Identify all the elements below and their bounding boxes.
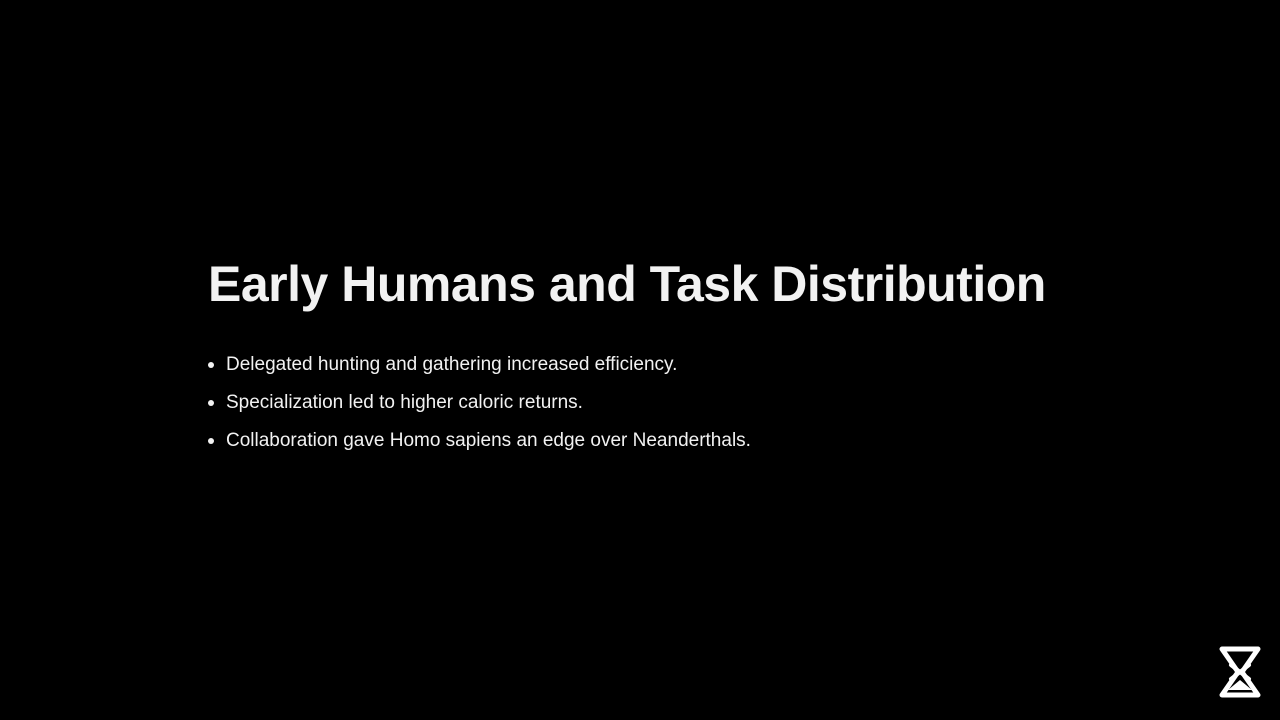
bullet-item: Delegated hunting and gathering increase…: [208, 346, 1108, 384]
slide: Early Humans and Task Distribution Deleg…: [0, 0, 1280, 720]
bullet-text: Specialization led to higher caloric ret…: [226, 392, 583, 413]
bullet-text: Delegated hunting and gathering increase…: [226, 354, 678, 375]
bullet-list: Delegated hunting and gathering increase…: [208, 346, 1108, 460]
bullet-dot-icon: [208, 438, 214, 444]
bullet-dot-icon: [208, 362, 214, 368]
slide-title: Early Humans and Task Distribution: [208, 256, 1046, 312]
slide-content: Early Humans and Task Distribution Deleg…: [208, 252, 1108, 460]
hourglass-x-logo-icon: [1219, 646, 1261, 698]
bullet-text: Collaboration gave Homo sapiens an edge …: [226, 430, 751, 451]
bullet-item: Specialization led to higher caloric ret…: [208, 384, 1108, 422]
bullet-dot-icon: [208, 400, 214, 406]
bullet-item: Collaboration gave Homo sapiens an edge …: [208, 422, 1108, 460]
